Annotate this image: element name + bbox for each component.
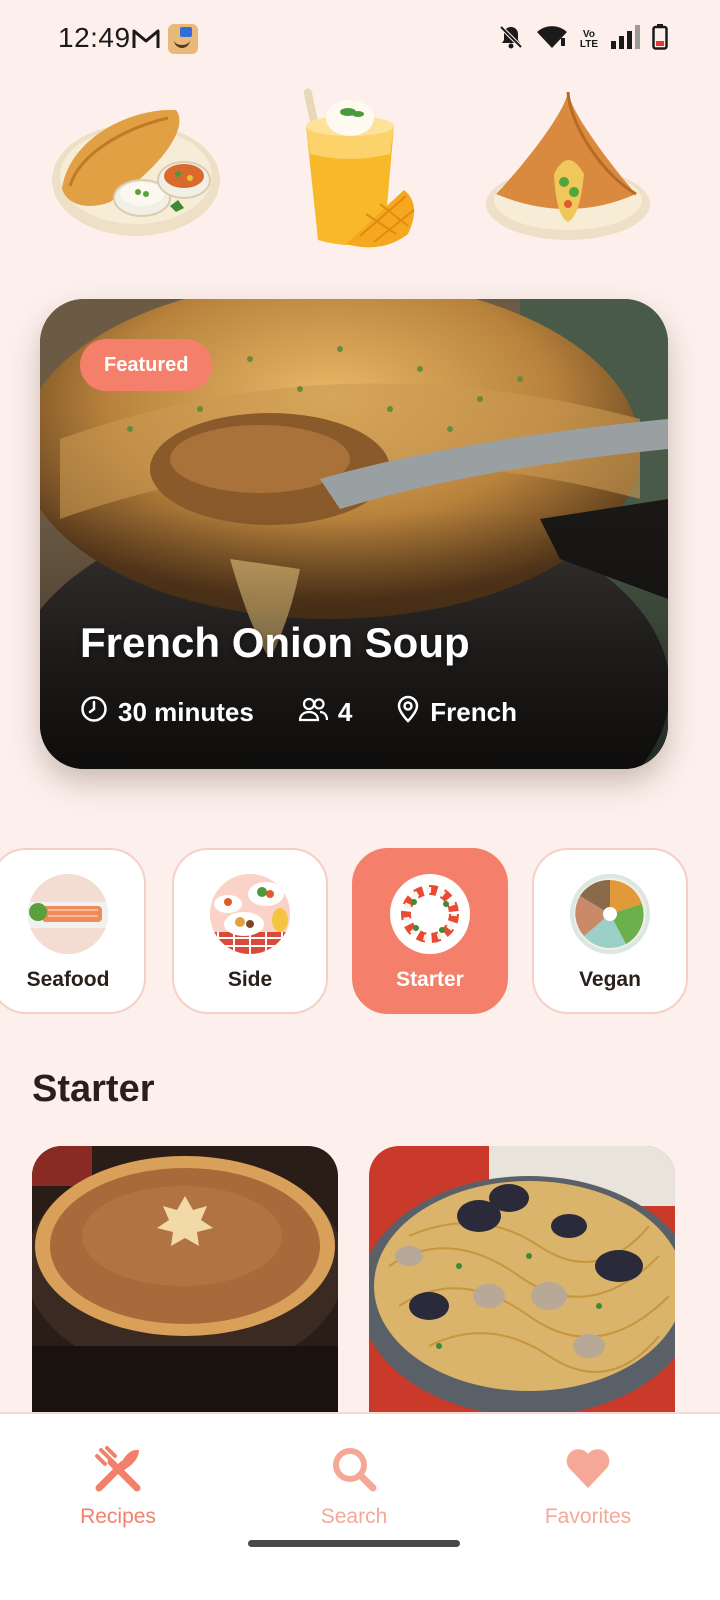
nav-recipes-label: Recipes <box>80 1505 156 1528</box>
clock-icon <box>80 695 108 730</box>
gmail-icon <box>132 28 160 50</box>
nav-search-label: Search <box>320 1505 388 1528</box>
utensils-icon <box>93 1444 143 1499</box>
dosa-plate-image <box>50 98 226 243</box>
status-time: 12:49 <box>58 22 131 53</box>
amazon-app-icon <box>168 24 198 54</box>
nav-search[interactable]: Search <box>274 1444 434 1529</box>
category-seafood[interactable]: Seafood <box>0 848 146 1014</box>
recipe-card-seafood-pasta[interactable] <box>369 1146 675 1416</box>
location-pin-icon <box>396 695 420 730</box>
featured-badge: Featured <box>80 339 213 391</box>
section-title: Starter <box>32 1068 155 1110</box>
category-label: Side <box>227 968 273 991</box>
side-thumbnail <box>210 874 290 954</box>
bell-off-icon <box>498 24 524 55</box>
servings-value: 4 <box>337 697 353 727</box>
signal-icon <box>610 25 640 54</box>
cuisine-value: French <box>430 697 517 727</box>
nav-favorites[interactable]: Favorites <box>508 1444 668 1529</box>
category-label: Seafood <box>26 968 110 991</box>
seafood-pasta-image <box>369 1146 675 1416</box>
category-starter[interactable]: Starter <box>352 848 508 1014</box>
people-icon <box>298 696 328 729</box>
notification-icons <box>132 24 198 54</box>
maple-pie-image <box>32 1146 338 1416</box>
nav-recipes[interactable]: Recipes <box>38 1444 198 1529</box>
starter-thumbnail <box>390 874 470 954</box>
cook-time: 30 minutes <box>80 695 254 730</box>
home-indicator[interactable] <box>248 1540 460 1547</box>
volte-line2: LTE <box>579 38 598 50</box>
heart-icon <box>563 1444 613 1499</box>
cook-time-value: 30 minutes <box>118 697 254 727</box>
mango-lassi-image <box>296 84 426 261</box>
volte-icon: Vo LTE <box>579 29 598 50</box>
seafood-thumbnail <box>28 874 108 954</box>
bottom-navigation: Recipes Search Favorites <box>0 1412 720 1600</box>
category-side[interactable]: Side <box>172 848 328 1014</box>
system-icons: Vo LTE <box>498 24 668 55</box>
nav-favorites-label: Favorites <box>544 1505 632 1528</box>
featured-recipe-card[interactable]: Featured French Onion Soup 30 minutes 4 … <box>40 299 668 769</box>
search-icon <box>329 1444 379 1499</box>
cuisine: French <box>396 695 517 730</box>
wifi-icon <box>536 24 568 55</box>
battery-icon <box>652 24 668 55</box>
category-label: Vegan <box>579 968 641 991</box>
featured-title: French Onion Soup <box>80 619 470 666</box>
recipe-card-maple-pie[interactable] <box>32 1146 338 1416</box>
featured-meta: 30 minutes 4 French <box>80 695 561 730</box>
hero-illustrations <box>0 84 720 264</box>
status-bar: 12:49 Vo LTE <box>0 0 720 80</box>
vegan-thumbnail <box>570 874 650 954</box>
samosa-plate-image <box>484 86 654 251</box>
servings: 4 <box>298 696 352 729</box>
category-list: Seafood Side Starter Vegan <box>0 848 720 1014</box>
category-vegan[interactable]: Vegan <box>532 848 688 1014</box>
category-label: Starter <box>396 968 464 991</box>
